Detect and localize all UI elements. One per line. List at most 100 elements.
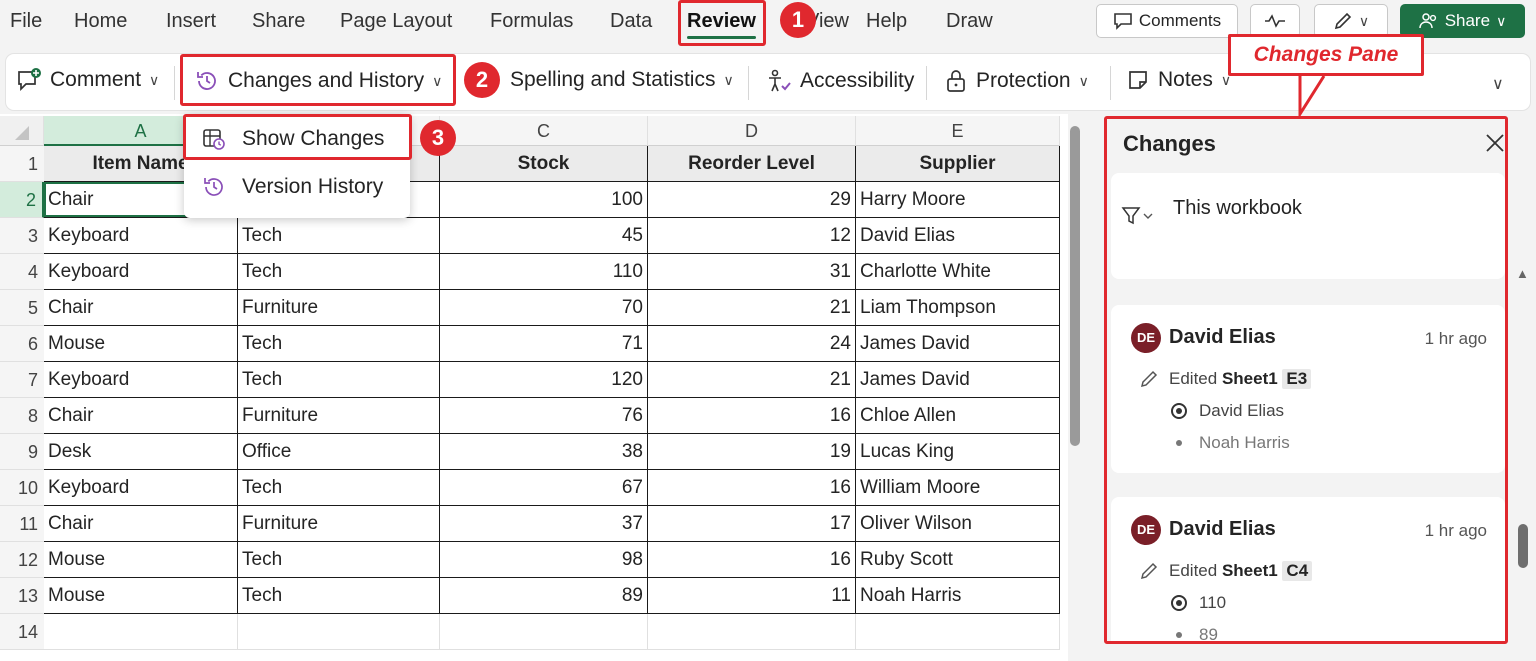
table-cell[interactable]: Chair: [44, 506, 238, 542]
activity-button[interactable]: [1250, 4, 1300, 38]
protection-dropdown[interactable]: Protection ∨: [944, 68, 1089, 94]
change-card[interactable]: DE David Elias 1 hr ago Edited Sheet1 E3…: [1111, 305, 1505, 473]
table-cell[interactable]: Charlotte White: [856, 254, 1060, 290]
table-cell[interactable]: 11: [648, 578, 856, 614]
row-header[interactable]: 7: [0, 362, 44, 398]
menu-data[interactable]: Data: [610, 10, 652, 33]
table-cell[interactable]: Harry Moore: [856, 182, 1060, 218]
row-header[interactable]: 10: [0, 470, 44, 506]
table-cell[interactable]: Furniture: [238, 290, 440, 326]
table-cell[interactable]: 37: [440, 506, 648, 542]
row-header[interactable]: 2: [0, 182, 44, 218]
editing-mode-button[interactable]: ∨: [1314, 4, 1388, 38]
change-card[interactable]: DE David Elias 1 hr ago Edited Sheet1 C4…: [1111, 497, 1505, 641]
table-cell[interactable]: 120: [440, 362, 648, 398]
table-cell[interactable]: 21: [648, 290, 856, 326]
share-button[interactable]: Share ∨: [1400, 4, 1525, 38]
table-cell[interactable]: Chair: [44, 290, 238, 326]
table-cell[interactable]: 16: [648, 470, 856, 506]
row-header[interactable]: 4: [0, 254, 44, 290]
table-cell[interactable]: Furniture: [238, 398, 440, 434]
table-cell[interactable]: Tech: [238, 254, 440, 290]
filter-scope[interactable]: This workbook: [1173, 197, 1302, 220]
menu-help[interactable]: Help: [866, 10, 907, 33]
table-cell[interactable]: 16: [648, 542, 856, 578]
table-cell[interactable]: [440, 614, 648, 650]
table-cell[interactable]: 29: [648, 182, 856, 218]
row-header[interactable]: 13: [0, 578, 44, 614]
menu-file[interactable]: File: [10, 10, 42, 33]
table-cell[interactable]: Tech: [238, 362, 440, 398]
table-cell[interactable]: Keyboard: [44, 362, 238, 398]
scroll-up-icon[interactable]: ▲: [1516, 266, 1529, 281]
version-history-menu-item[interactable]: Version History: [184, 164, 410, 210]
table-cell[interactable]: 21: [648, 362, 856, 398]
table-cell[interactable]: 98: [440, 542, 648, 578]
spelling-statistics-dropdown[interactable]: Spelling and Statistics ∨: [510, 68, 734, 92]
table-cell[interactable]: 110: [440, 254, 648, 290]
table-cell[interactable]: Office: [238, 434, 440, 470]
row-header[interactable]: 5: [0, 290, 44, 326]
table-cell[interactable]: Oliver Wilson: [856, 506, 1060, 542]
table-cell[interactable]: 76: [440, 398, 648, 434]
table-cell[interactable]: David Elias: [856, 218, 1060, 254]
row-header[interactable]: 8: [0, 398, 44, 434]
sheet-vertical-scrollbar[interactable]: [1070, 126, 1080, 446]
menu-formulas[interactable]: Formulas: [490, 10, 573, 33]
table-cell[interactable]: Liam Thompson: [856, 290, 1060, 326]
table-cell[interactable]: 19: [648, 434, 856, 470]
table-cell[interactable]: 89: [440, 578, 648, 614]
table-cell[interactable]: 67: [440, 470, 648, 506]
table-cell[interactable]: Keyboard: [44, 254, 238, 290]
table-cell[interactable]: Keyboard: [44, 470, 238, 506]
column-header-d[interactable]: D: [648, 116, 856, 146]
menu-draw[interactable]: Draw: [946, 10, 993, 33]
row-header[interactable]: 6: [0, 326, 44, 362]
table-cell[interactable]: Mouse: [44, 326, 238, 362]
table-cell[interactable]: 45: [440, 218, 648, 254]
accessibility-button[interactable]: Accessibility: [766, 68, 914, 94]
comment-dropdown[interactable]: Comment ∨: [16, 68, 159, 92]
table-cell[interactable]: 31: [648, 254, 856, 290]
menu-home[interactable]: Home: [74, 10, 127, 33]
table-cell[interactable]: 38: [440, 434, 648, 470]
row-header[interactable]: 1: [0, 146, 44, 182]
table-cell[interactable]: William Moore: [856, 470, 1060, 506]
table-cell[interactable]: Tech: [238, 470, 440, 506]
ribbon-expand-button[interactable]: ∨: [1492, 74, 1504, 94]
table-cell[interactable]: Tech: [238, 542, 440, 578]
menu-share[interactable]: Share: [252, 10, 305, 33]
change-cell-ref[interactable]: C4: [1282, 561, 1313, 581]
table-cell[interactable]: Tech: [238, 218, 440, 254]
table-cell[interactable]: Ruby Scott: [856, 542, 1060, 578]
table-cell[interactable]: 100: [440, 182, 648, 218]
filter-icon[interactable]: [1121, 205, 1157, 227]
table-cell[interactable]: Desk: [44, 434, 238, 470]
table-cell[interactable]: Chloe Allen: [856, 398, 1060, 434]
comments-button[interactable]: Comments: [1096, 4, 1238, 38]
table-cell[interactable]: Mouse: [44, 578, 238, 614]
column-header-c[interactable]: C: [440, 116, 648, 146]
table-cell[interactable]: 17: [648, 506, 856, 542]
pane-scrollbar[interactable]: [1518, 524, 1528, 568]
table-cell[interactable]: Noah Harris: [856, 578, 1060, 614]
table-cell[interactable]: 12: [648, 218, 856, 254]
select-all-corner[interactable]: [0, 116, 44, 146]
menu-insert[interactable]: Insert: [166, 10, 216, 33]
table-cell[interactable]: 16: [648, 398, 856, 434]
row-header[interactable]: 12: [0, 542, 44, 578]
row-header[interactable]: 11: [0, 506, 44, 542]
row-header[interactable]: 3: [0, 218, 44, 254]
table-header-cell[interactable]: Stock: [440, 146, 648, 182]
table-header-cell[interactable]: Supplier: [856, 146, 1060, 182]
table-cell[interactable]: Mouse: [44, 542, 238, 578]
table-cell[interactable]: [44, 614, 238, 650]
table-cell[interactable]: [238, 614, 440, 650]
table-cell[interactable]: James David: [856, 362, 1060, 398]
table-cell[interactable]: 24: [648, 326, 856, 362]
row-header[interactable]: 14: [0, 614, 44, 650]
notes-dropdown[interactable]: Notes ∨: [1126, 68, 1231, 92]
table-cell[interactable]: Tech: [238, 578, 440, 614]
menu-page-layout[interactable]: Page Layout: [340, 10, 452, 33]
table-header-cell[interactable]: Reorder Level: [648, 146, 856, 182]
